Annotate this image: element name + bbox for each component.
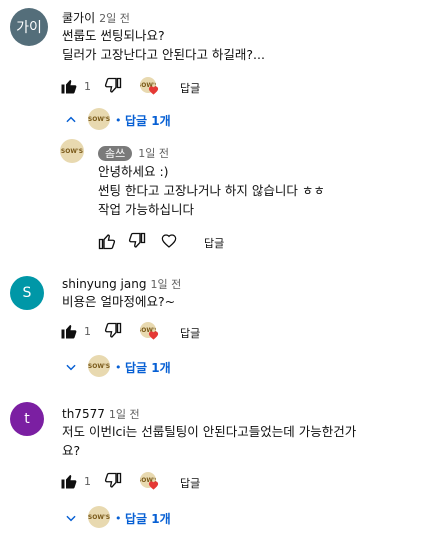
reply-line: 작업 가능하십니다 (98, 202, 194, 217)
commenter-avatar[interactable]: S (10, 276, 44, 310)
comment-time[interactable]: 1일 전 (150, 278, 181, 291)
heart-outline-icon (161, 234, 177, 248)
comment-line: 요? (62, 443, 81, 458)
expand-replies-button[interactable] (64, 360, 78, 374)
reply-dislike-button[interactable] (128, 232, 146, 250)
commenter-avatar[interactable]: t (10, 402, 44, 436)
like-count: 1 (84, 325, 91, 338)
chevron-down-icon (66, 515, 76, 522)
comment-text: 비용은 얼마정에요?~ (62, 292, 175, 311)
thumbs-down-icon (104, 472, 122, 488)
comment-header: th7577 1일 전 (62, 403, 140, 422)
separator-dot: • (115, 114, 122, 127)
reply-line: 안녕하세요 :) (98, 164, 169, 179)
like-count: 1 (84, 80, 91, 93)
comment-line: 썬룹도 썬팅되나요? (62, 28, 165, 43)
dislike-button[interactable] (104, 472, 122, 490)
thumbs-up-filled-icon (61, 80, 77, 94)
reply-like-button[interactable] (98, 232, 116, 250)
comment-time[interactable]: 2일 전 (99, 12, 130, 25)
comment-time[interactable]: 1일 전 (109, 408, 140, 421)
thumbs-up-filled-icon (61, 325, 77, 339)
chevron-up-icon (66, 116, 76, 123)
collapse-replies-button[interactable] (64, 113, 78, 127)
reply-author-chip[interactable]: 솜쓰 (98, 146, 133, 161)
comment-text: 썬룹도 썬팅되나요? 딜러가 고장난다고 안된다고 하길래?... (62, 26, 265, 64)
thumbs-down-icon (104, 77, 122, 93)
commenter-avatar[interactable]: 가이 (10, 8, 48, 46)
heart-icon (148, 86, 159, 95)
comment-author[interactable]: shinyung jang (62, 277, 146, 291)
replies-count-link[interactable]: 답글 1개 (125, 112, 171, 129)
reply-line: 썬팅 한다고 고장나거나 하지 않습니다 ㅎㅎ (98, 183, 325, 198)
like-count: 1 (84, 475, 91, 488)
reply-button[interactable]: 답글 (180, 475, 200, 491)
creator-heart-badge: SOW'S (140, 77, 159, 95)
thumbs-up-filled-icon (61, 475, 77, 489)
channel-logo-text: SOW'S (88, 513, 110, 521)
separator-dot: • (115, 512, 122, 525)
creator-avatar-small: SOW'S (88, 355, 110, 377)
reply-button[interactable]: 답글 (180, 80, 200, 96)
avatar-initials: S (22, 285, 32, 301)
dislike-button[interactable] (104, 77, 122, 95)
creator-heart-badge: SOW'S (140, 322, 159, 340)
comment-author[interactable]: th7577 (62, 407, 105, 421)
avatar-initials: 가이 (16, 20, 42, 36)
comment-header: shinyung jang 1일 전 (62, 273, 181, 292)
channel-logo-text: SOW'S (60, 147, 84, 155)
channel-logo-text: SOW'S (88, 362, 110, 370)
reply-avatar[interactable]: SOW'S (60, 139, 84, 163)
comment-line: 딜러가 고장난다고 안된다고 하길래?... (62, 47, 265, 62)
reply-text: 안녕하세요 :) 썬팅 한다고 고장나거나 하지 않습니다 ㅎㅎ 작업 가능하십… (98, 162, 325, 219)
reply-reply-button[interactable]: 답글 (204, 235, 224, 251)
comment-line: 비용은 얼마정에요?~ (62, 294, 176, 309)
like-button[interactable] (60, 322, 78, 340)
reply-header: 솜쓰 1일 전 (98, 142, 169, 161)
thumbs-down-icon (128, 232, 146, 248)
reply-button[interactable]: 답글 (180, 325, 200, 341)
channel-logo-text: SOW'S (88, 115, 110, 123)
reply-heart-button[interactable] (161, 233, 177, 249)
avatar-initials: t (24, 411, 30, 427)
creator-avatar-small: SOW'S (88, 108, 110, 130)
comment-line: 저도 이번lci는 선룹틸팅이 안된다고들었는데 가능한건가 (62, 424, 357, 439)
dislike-button[interactable] (104, 322, 122, 340)
expand-replies-button[interactable] (64, 511, 78, 525)
comment-author[interactable]: 쿨가이 (62, 11, 95, 25)
heart-icon (148, 331, 159, 340)
thumbs-down-icon (104, 322, 122, 338)
reply-time[interactable]: 1일 전 (138, 147, 169, 160)
comment-header: 쿨가이 2일 전 (62, 7, 130, 26)
heart-icon (148, 481, 159, 490)
chevron-down-icon (66, 364, 76, 371)
replies-count-link[interactable]: 답글 1개 (125, 359, 171, 376)
creator-avatar-small: SOW'S (88, 506, 110, 528)
replies-count-link[interactable]: 답글 1개 (125, 510, 171, 527)
creator-heart-badge: SOW'S (140, 472, 159, 490)
comment-text: 저도 이번lci는 선룹틸팅이 안된다고들었는데 가능한건가 요? (62, 422, 356, 460)
thumbs-up-icon (98, 234, 116, 250)
like-button[interactable] (60, 472, 78, 490)
like-button[interactable] (60, 77, 78, 95)
separator-dot: • (115, 361, 122, 374)
